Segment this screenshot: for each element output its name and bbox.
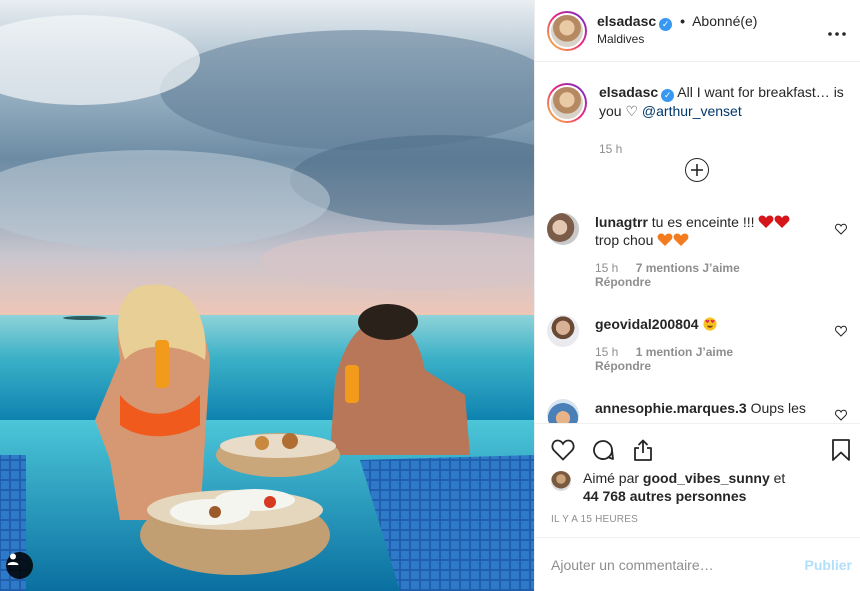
comment-likes[interactable]: 7 mentions J’aime	[636, 261, 740, 275]
comment-bubble-icon[interactable]	[591, 438, 615, 462]
red-heart-icon	[775, 215, 790, 228]
commenter-username[interactable]: geovidal200804	[595, 316, 699, 332]
liked-by-prefix: Aimé par	[583, 470, 640, 486]
comment-item: geovidal200804 15 h 1 mention J’aime Rép…	[547, 315, 847, 373]
comment-text-line2: trop chou	[595, 232, 654, 248]
comment-time[interactable]: 15 h	[595, 345, 618, 359]
reply-button[interactable]: Répondre	[595, 359, 819, 373]
commenter-username[interactable]: annesophie.marques.3	[595, 400, 747, 416]
liked-by-user[interactable]: good_vibes_sunny	[643, 470, 770, 486]
caption-username[interactable]: elsadasc	[599, 84, 658, 100]
orange-heart-icon	[657, 233, 673, 246]
like-comment-heart-icon[interactable]	[835, 409, 847, 421]
commenter-avatar[interactable]	[547, 213, 579, 245]
caption-time[interactable]: 15 h	[599, 140, 844, 158]
verified-badge-icon: ✓	[661, 89, 675, 102]
follow-status[interactable]: Abonné(e)	[692, 13, 757, 29]
like-heart-icon[interactable]	[551, 438, 575, 462]
comment-item: annesophie.marques.3 Oups les	[547, 399, 847, 423]
post-sidebar: elsadasc ✓ • Abonné(e) Maldives elsadasc ✓…	[534, 0, 860, 591]
orange-heart-icon	[673, 233, 689, 246]
instagram-post: elsadasc ✓ • Abonné(e) Maldives elsadasc ✓…	[0, 0, 860, 591]
like-comment-heart-icon[interactable]	[835, 223, 847, 235]
reply-button[interactable]: Répondre	[595, 275, 819, 289]
bookmark-icon[interactable]	[829, 438, 853, 462]
post-header: elsadasc ✓ • Abonné(e) Maldives	[535, 0, 860, 62]
caption-mention[interactable]: @arthur_venset	[642, 103, 742, 119]
comment-time[interactable]: 15 h	[595, 261, 618, 275]
post-location[interactable]: Maldives	[597, 31, 828, 48]
commenter-avatar[interactable]	[547, 399, 579, 423]
separator-dot: •	[680, 13, 685, 29]
comment-input[interactable]	[551, 556, 805, 573]
post-caption: elsadasc ✓ All I want for breakfast… is y…	[547, 83, 844, 158]
add-comment-bar: Publier	[535, 537, 860, 591]
comment-text: Oups les	[750, 400, 806, 416]
comment-text: tu es enceinte !!!	[651, 214, 755, 230]
heart-eyes-emoji-icon	[703, 317, 717, 331]
load-more-comments-icon[interactable]	[685, 158, 709, 182]
comments-list[interactable]: elsadasc ✓ All I want for breakfast… is y…	[535, 63, 860, 423]
user-tag-icon[interactable]	[6, 552, 33, 579]
author-avatar[interactable]	[547, 10, 587, 51]
liked-by-and: et	[773, 470, 786, 486]
likes-summary: Aimé par good_vibes_sunny et 44 768 autr…	[551, 469, 785, 505]
liked-by-others[interactable]: 44 768 autres personnes	[583, 488, 746, 504]
commenter-username[interactable]: lunagtrr	[595, 214, 648, 230]
post-photo[interactable]	[0, 0, 534, 591]
author-username[interactable]: elsadasc	[597, 13, 656, 29]
post-comment-button[interactable]: Publier	[805, 557, 852, 573]
photo-image	[0, 0, 534, 591]
red-heart-icon	[759, 215, 774, 228]
share-icon[interactable]	[631, 438, 655, 462]
more-options-icon[interactable]	[828, 20, 846, 41]
liker-avatar[interactable]	[551, 471, 571, 491]
caption-avatar[interactable]	[547, 83, 587, 123]
comment-likes[interactable]: 1 mention J’aime	[636, 345, 733, 359]
comment-item: lunagtrr tu es enceinte !!! trop chou 15…	[547, 213, 847, 289]
post-timestamp[interactable]: IL Y A 15 HEURES	[551, 514, 638, 525]
verified-badge-icon: ✓	[659, 18, 673, 31]
commenter-avatar[interactable]	[547, 315, 579, 347]
like-comment-heart-icon[interactable]	[835, 325, 847, 337]
